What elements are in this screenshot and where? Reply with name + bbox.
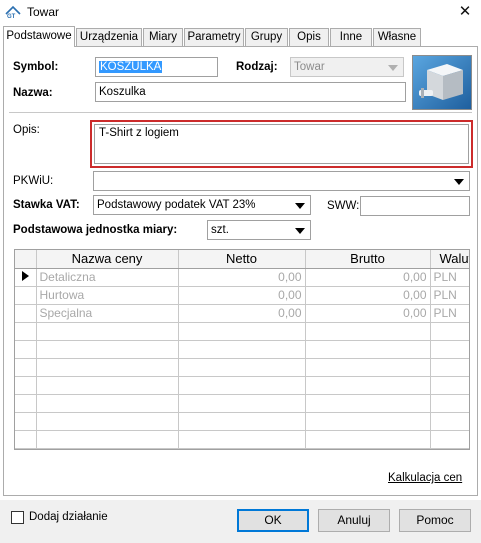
cell-name[interactable]: Specjalna xyxy=(36,304,179,323)
cell-netto[interactable]: 0,00 xyxy=(178,268,306,287)
empty-row xyxy=(15,340,469,359)
sww-label: SWW: xyxy=(327,200,360,212)
rodzaj-label: Rodzaj: xyxy=(236,61,278,73)
cell-currency[interactable]: PLN xyxy=(430,286,469,305)
row-indicator xyxy=(15,268,37,287)
close-icon[interactable]: ✕ xyxy=(452,2,478,22)
chevron-down-icon xyxy=(454,179,464,185)
tab-wlasne[interactable]: Własne xyxy=(373,28,421,46)
sww-input[interactable] xyxy=(360,196,470,216)
col-header-currency[interactable]: Waluta xyxy=(430,250,469,269)
cell-brutto[interactable]: 0,00 xyxy=(305,304,431,323)
tab-grupy[interactable]: Grupy xyxy=(245,28,288,46)
row-indicator xyxy=(15,304,37,323)
symbol-value: KOSZULKA xyxy=(99,61,163,73)
empty-row xyxy=(15,358,469,377)
tab-podstawowe[interactable]: Podstawowe xyxy=(3,26,75,47)
table-row[interactable]: Detaliczna 0,00 0,00 PLN xyxy=(15,268,469,287)
chevron-down-icon xyxy=(388,65,398,71)
chevron-down-icon xyxy=(295,228,305,234)
tab-urzadzenia[interactable]: Urządzenia xyxy=(76,28,142,46)
help-button[interactable]: Pomoc xyxy=(399,509,471,532)
rodzaj-select[interactable]: Towar xyxy=(290,57,404,77)
nazwa-label: Nazwa: xyxy=(13,87,53,99)
cell-netto[interactable]: 0,00 xyxy=(178,286,306,305)
tab-miary[interactable]: Miary xyxy=(143,28,183,46)
unit-label: Podstawowa jednostka miary: xyxy=(13,224,178,236)
table-row[interactable]: Hurtowa 0,00 0,00 PLN xyxy=(15,286,469,305)
cell-name[interactable]: Hurtowa xyxy=(36,286,179,305)
symbol-label: Symbol: xyxy=(13,61,59,73)
pkwiu-label: PKWiU: xyxy=(13,175,54,187)
cell-brutto[interactable]: 0,00 xyxy=(305,286,431,305)
price-grid: Nazwa ceny Netto Brutto Waluta Detaliczn… xyxy=(14,249,470,450)
opis-label: Opis: xyxy=(13,124,40,136)
vat-select[interactable]: Podstawowy podatek VAT 23% xyxy=(93,195,311,215)
cancel-button[interactable]: Anuluj xyxy=(318,509,390,532)
empty-row xyxy=(15,322,469,341)
nazwa-input[interactable]: Koszulka xyxy=(95,82,406,102)
unit-value: szt. xyxy=(211,224,229,236)
col-header-name[interactable]: Nazwa ceny xyxy=(36,250,179,269)
cell-name[interactable]: Detaliczna xyxy=(36,268,179,287)
row-pointer-icon xyxy=(22,271,29,281)
empty-row xyxy=(15,412,469,431)
dodaj-dzialanie-label[interactable]: Dodaj działanie xyxy=(29,511,108,523)
tab-inne[interactable]: Inne xyxy=(330,28,372,46)
dodaj-dzialanie-checkbox[interactable] xyxy=(11,511,24,524)
divider xyxy=(9,112,472,113)
empty-row xyxy=(15,430,469,449)
product-box-icon xyxy=(413,56,471,109)
pkwiu-select[interactable] xyxy=(93,171,470,191)
col-header-brutto[interactable]: Brutto xyxy=(305,250,431,269)
tab-opis[interactable]: Opis xyxy=(289,28,329,46)
col-header-netto[interactable]: Netto xyxy=(178,250,306,269)
row-indicator xyxy=(15,286,37,305)
table-row[interactable]: Specjalna 0,00 0,00 PLN xyxy=(15,304,469,323)
grid-header-row: Nazwa ceny Netto Brutto Waluta xyxy=(15,250,469,269)
cell-currency[interactable]: PLN xyxy=(430,268,469,287)
window-title: Towar xyxy=(27,5,60,19)
vat-label: Stawka VAT: xyxy=(13,199,80,211)
unit-select[interactable]: szt. xyxy=(207,220,311,240)
title-bar: GT Towar ✕ xyxy=(0,0,481,24)
rodzaj-value: Towar xyxy=(294,61,325,73)
empty-row xyxy=(15,394,469,413)
ok-button[interactable]: OK xyxy=(237,509,309,532)
symbol-input[interactable]: KOSZULKA xyxy=(95,57,218,77)
cell-currency[interactable]: PLN xyxy=(430,304,469,323)
tab-parametry[interactable]: Parametry xyxy=(184,28,244,46)
cell-netto[interactable]: 0,00 xyxy=(178,304,306,323)
opis-highlight: T-Shirt z logiem xyxy=(90,120,473,168)
kalkulacja-cen-link[interactable]: Kalkulacja cen xyxy=(388,472,462,484)
app-logo-icon: GT xyxy=(5,5,21,19)
opis-textarea[interactable]: T-Shirt z logiem xyxy=(94,124,469,164)
svg-text:GT: GT xyxy=(7,14,16,19)
grid-corner xyxy=(15,250,37,269)
product-image[interactable] xyxy=(412,55,472,110)
chevron-down-icon xyxy=(295,203,305,209)
empty-row xyxy=(15,376,469,395)
cell-brutto[interactable]: 0,00 xyxy=(305,268,431,287)
vat-value: Podstawowy podatek VAT 23% xyxy=(97,199,256,211)
